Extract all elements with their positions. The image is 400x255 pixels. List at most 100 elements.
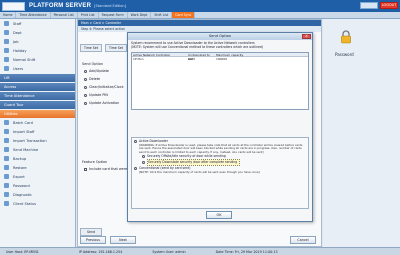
lock-icon[interactable] bbox=[340, 30, 352, 44]
sidebar-section-utilities[interactable]: Utilities bbox=[0, 110, 75, 118]
password-label[interactable]: Password bbox=[335, 52, 354, 57]
radio-icon bbox=[142, 160, 145, 164]
sidebar-item-dept[interactable]: Dept bbox=[0, 28, 75, 37]
diagnostic-icon bbox=[4, 192, 9, 197]
tab-home[interactable]: Home bbox=[0, 12, 17, 18]
sidebar-item-restore[interactable]: Restore bbox=[0, 163, 75, 172]
option-label: Update Activation bbox=[89, 101, 120, 105]
radio-icon bbox=[134, 139, 137, 143]
title-bar: PLATFORM SERVER [Standard Edition] LOGOU… bbox=[0, 0, 400, 12]
sidebar-item-label: Password bbox=[13, 183, 30, 188]
sidebar-item-label: Restore bbox=[13, 165, 27, 170]
checkbox-label: Include card that were bbox=[89, 167, 128, 171]
sidebar-item-label: Batch Card bbox=[13, 120, 33, 125]
toolbar-button[interactable] bbox=[360, 2, 378, 9]
app-title: PLATFORM SERVER bbox=[29, 3, 92, 9]
next-button[interactable]: Next bbox=[110, 236, 136, 244]
checkbox-icon bbox=[84, 167, 87, 171]
tab-personal-list[interactable]: Personal List bbox=[51, 12, 78, 18]
sidebar-item-users[interactable]: Users bbox=[0, 64, 75, 73]
option-update-activation[interactable]: Update Activation bbox=[84, 101, 119, 105]
import-icon bbox=[4, 138, 9, 143]
sidebar-item-batch-card[interactable]: Batch Card bbox=[0, 118, 75, 127]
sidebar-item-staff[interactable]: Staff bbox=[0, 19, 75, 28]
dialog-title: Send Option X bbox=[128, 33, 312, 40]
dept-icon bbox=[4, 30, 9, 35]
time-set-button-2[interactable]: Time Set bbox=[105, 44, 127, 52]
dialog-title-text: Send Option bbox=[208, 34, 232, 38]
table-cell: 100000 bbox=[216, 56, 228, 61]
sidebar: Staff Dept Job Holiday Normal Shift User… bbox=[0, 19, 76, 247]
suboption-downstate[interactable]: Securely Downstate security door after c… bbox=[134, 159, 306, 167]
sidebar-section-guard-tour[interactable]: Guard Tour bbox=[0, 101, 75, 109]
status-ip: IP Address: 192.168.1.254 bbox=[78, 249, 123, 254]
logout-button[interactable]: LOGOUT bbox=[380, 2, 398, 9]
sidebar-item-job[interactable]: Job bbox=[0, 37, 75, 46]
previous-button[interactable]: Previous bbox=[80, 236, 106, 244]
sidebar-item-password[interactable]: Password bbox=[0, 181, 75, 190]
option-label: Add/Update bbox=[89, 69, 109, 73]
include-card-checkbox[interactable]: Include card that were bbox=[84, 167, 127, 171]
option-add-update[interactable]: Add/Update bbox=[84, 69, 109, 73]
status-user: User Host: EP-MEN1 bbox=[6, 249, 39, 254]
app-subtitle: [Standard Edition] bbox=[94, 4, 127, 8]
sidebar-item-label: Users bbox=[13, 66, 24, 71]
option-update-pin[interactable]: Update PIN bbox=[84, 93, 108, 97]
note-text: [NOTE: Click the maximum capacity of car… bbox=[139, 170, 260, 175]
radio-icon bbox=[84, 93, 87, 97]
sidebar-item-label: Import Transaction bbox=[13, 138, 47, 143]
radio-icon bbox=[84, 77, 87, 81]
tab-work-dept[interactable]: Work Dept bbox=[128, 12, 152, 18]
time-set-button[interactable]: Time Set bbox=[80, 44, 102, 52]
sidebar-item-send-machine[interactable]: Send Machine bbox=[0, 145, 75, 154]
card-icon bbox=[4, 120, 9, 125]
sidebar-section-time-attendance[interactable]: Time Attendance bbox=[0, 92, 75, 100]
backup-icon bbox=[4, 156, 9, 161]
sidebar-item-diagnostic[interactable]: Diagnostic bbox=[0, 190, 75, 199]
sidebar-item-import-transaction[interactable]: Import Transaction bbox=[0, 136, 75, 145]
radio-icon bbox=[84, 85, 87, 89]
sidebar-item-client-status[interactable]: Client Status bbox=[0, 199, 75, 208]
key-icon bbox=[4, 183, 9, 188]
tab-request-form[interactable]: Request Form bbox=[99, 12, 128, 18]
option-label: Securely Offsite/idle security of door w… bbox=[147, 154, 226, 159]
tab-print-list[interactable]: Print List bbox=[78, 12, 99, 18]
column-header: Active Network Controller bbox=[133, 52, 171, 57]
option-label: Update PIN bbox=[89, 93, 108, 97]
column-header: Undownload to send bbox=[188, 52, 210, 61]
sidebar-item-backup[interactable]: Backup bbox=[0, 154, 75, 163]
table-row[interactable]: 1P Mon 837 100000 bbox=[132, 57, 308, 61]
import-icon bbox=[4, 129, 9, 134]
dialog-description: System recommend to use Active Downloade… bbox=[128, 40, 312, 52]
sidebar-item-label: Backup bbox=[13, 156, 27, 161]
option-label: Clear/Initialize/Clock bbox=[89, 85, 124, 89]
status-bar: User Host: EP-MEN1 IP Address: 192.168.1… bbox=[0, 247, 400, 255]
monitor-icon bbox=[4, 201, 9, 206]
sidebar-item-label: Send Machine bbox=[13, 147, 39, 152]
option-clear[interactable]: Clear/Initialize/Clock bbox=[84, 85, 124, 89]
sidebar-item-label: Job bbox=[13, 39, 19, 44]
tab-time-attendance[interactable]: Time Attendance bbox=[16, 12, 51, 18]
cancel-button[interactable]: Cancel bbox=[290, 236, 316, 244]
option-delete[interactable]: Delete bbox=[84, 77, 100, 81]
close-button[interactable]: X bbox=[302, 34, 311, 39]
send-button[interactable]: Send bbox=[80, 228, 102, 236]
sidebar-item-export[interactable]: Export bbox=[0, 172, 75, 181]
restore-icon bbox=[4, 165, 9, 170]
dialog-desc-line2: (NOTE: System will use Conventional meth… bbox=[131, 44, 264, 49]
tab-shift-list[interactable]: Shift List bbox=[151, 12, 173, 18]
tab-card-sync[interactable]: Card Sync bbox=[172, 12, 196, 18]
sidebar-section-lift[interactable]: Lift bbox=[0, 74, 75, 82]
ok-button[interactable]: OK bbox=[206, 211, 232, 219]
option-label: Securely Downstate security door after c… bbox=[147, 159, 241, 167]
radio-icon bbox=[134, 166, 137, 170]
sidebar-item-normal-shift[interactable]: Normal Shift bbox=[0, 55, 75, 64]
sidebar-item-label: Staff bbox=[13, 21, 22, 26]
sidebar-item-label: Dept bbox=[13, 30, 22, 35]
sidebar-item-import-staff[interactable]: Import Staff bbox=[0, 127, 75, 136]
sidebar-item-holiday[interactable]: Holiday bbox=[0, 46, 75, 55]
clock-icon bbox=[4, 57, 9, 62]
sidebar-section-access[interactable]: Access bbox=[0, 83, 75, 91]
download-options: Active Downloader [WARNING: If Active Do… bbox=[131, 137, 309, 209]
status-system-user: System User: admin bbox=[152, 249, 186, 254]
